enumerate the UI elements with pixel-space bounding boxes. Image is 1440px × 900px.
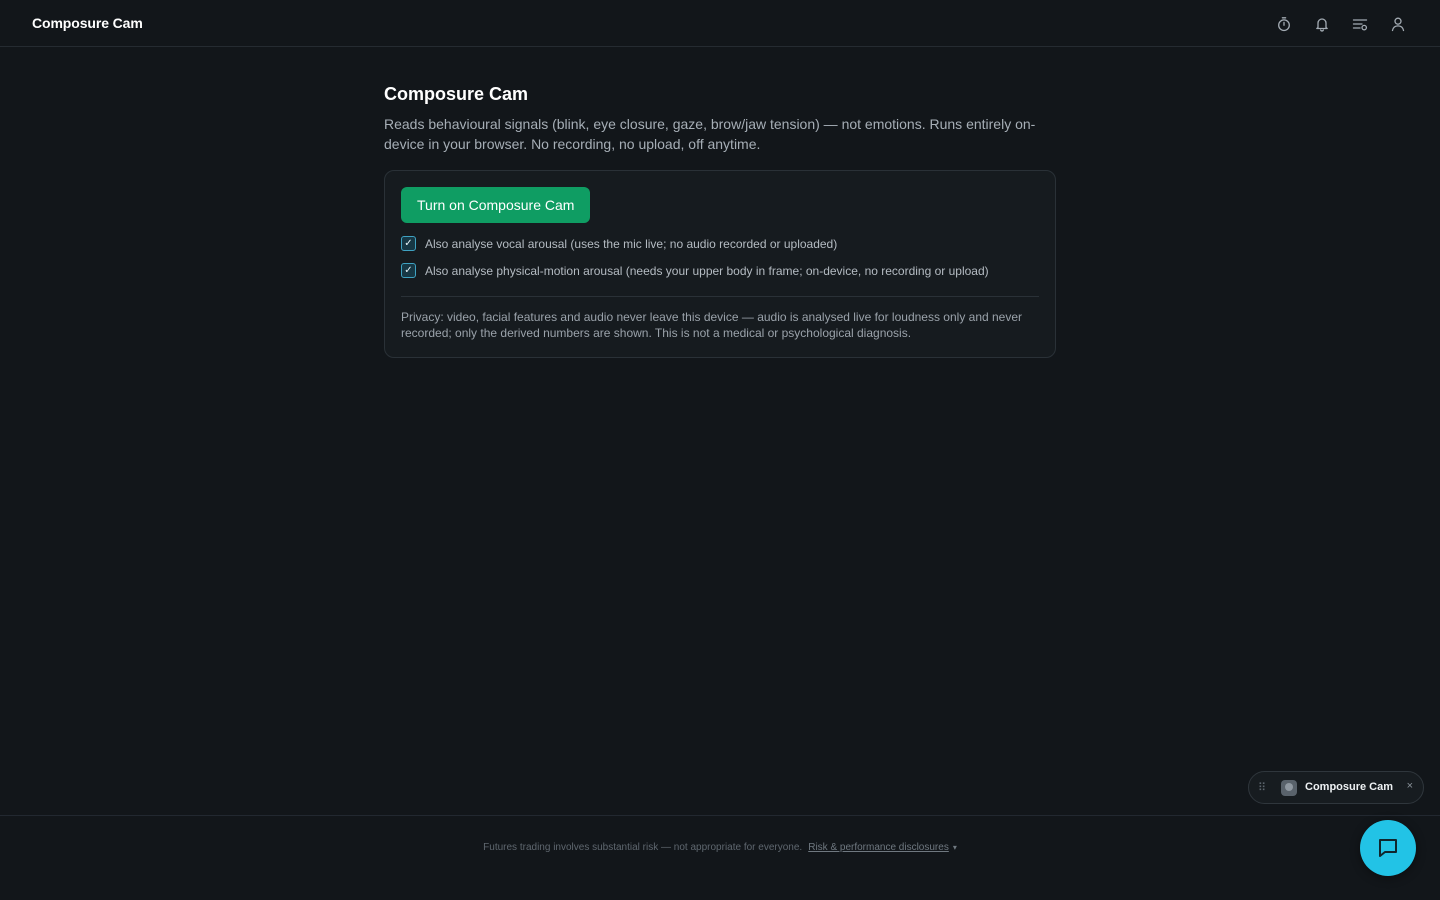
chevron-down-icon[interactable]: ▾ [953, 843, 957, 852]
vocal-arousal-label: Also analyse vocal arousal (uses the mic… [425, 236, 838, 251]
page-description: Reads behavioural signals (blink, eye cl… [384, 116, 1036, 152]
risk-notice: Futures trading involves substantial ris… [483, 842, 803, 853]
motion-arousal-checkbox[interactable]: ✓ [401, 263, 416, 278]
top-bar: Composure Cam [0, 0, 1440, 47]
drag-handle-icon[interactable]: ⠿ [1258, 781, 1266, 795]
top-icons [1274, 12, 1408, 36]
vocal-arousal-checkbox[interactable]: ✓ [401, 236, 416, 251]
risk-disclosures-link[interactable]: Risk & performance disclosures [808, 842, 949, 853]
motion-arousal-label: Also analyse physical-motion arousal (ne… [425, 263, 989, 278]
composure-cam-card: Turn on Composure Cam ✓ Also analyse voc… [384, 170, 1056, 358]
timer-icon[interactable] [1274, 12, 1294, 36]
camera-preview-thumbnail [1281, 780, 1297, 796]
close-icon[interactable]: × [1407, 780, 1413, 792]
list-settings-icon[interactable] [1350, 12, 1370, 36]
turn-on-composure-cam-button[interactable]: Turn on Composure Cam [401, 187, 591, 223]
page-title: Composure Cam [384, 84, 529, 104]
composure-cam-floating-widget[interactable]: ⠿ Composure Cam × [1248, 771, 1424, 804]
app-title: Composure Cam [32, 15, 143, 31]
card-divider [401, 296, 1039, 297]
vocal-arousal-option[interactable]: ✓ Also analyse vocal arousal (uses the m… [401, 236, 1039, 251]
motion-arousal-option[interactable]: ✓ Also analyse physical-motion arousal (… [401, 263, 1039, 278]
privacy-notice: Privacy: video, facial features and audi… [401, 310, 1023, 340]
chat-bubble-icon [1379, 839, 1397, 857]
footer: Futures trading involves substantial ris… [0, 815, 1440, 900]
floating-widget-label: Composure Cam [1305, 781, 1394, 793]
chat-button[interactable] [1360, 820, 1416, 876]
user-icon[interactable] [1388, 12, 1408, 36]
footer-disclaimer: Futures trading involves substantial ris… [0, 842, 1440, 853]
main-content: Composure Cam Reads behavioural signals … [384, 80, 1056, 358]
bell-icon[interactable] [1312, 12, 1332, 36]
